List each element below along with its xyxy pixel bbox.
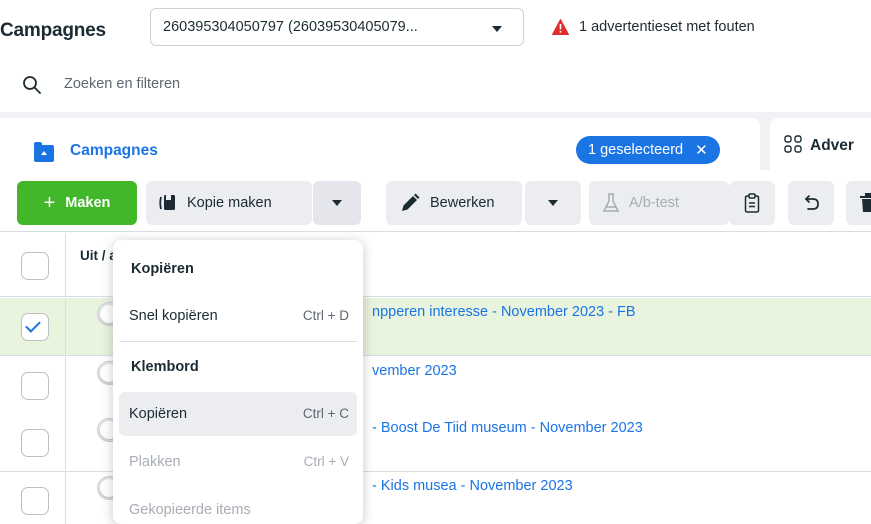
tab-ads[interactable]: Adver [770,118,871,170]
pencil-icon [402,193,420,211]
toolbar: + Maken Kopie maken Bewerken A/b-test [0,172,871,232]
search-input[interactable] [64,76,564,92]
menu-section-copy: Kopiëren [131,261,194,277]
folder-icon [34,142,54,162]
select-all-checkbox[interactable] [21,252,49,280]
grid-icon [784,135,802,153]
clipboard-icon [744,193,760,213]
column-divider [65,414,66,472]
campaign-name-link[interactable]: - Boost De Tiid museum - November 2023 [372,420,643,436]
plus-icon: + [43,192,56,214]
column-divider [65,298,66,356]
warning-icon [552,19,569,35]
error-notice[interactable]: 1 advertentieset met fouten [552,19,755,35]
edit-button[interactable]: Bewerken [386,181,522,225]
undo-icon [804,195,819,210]
level-tabs: Campagnes 1 geselecteerd ✕ Adver [0,112,871,170]
column-divider [65,233,66,297]
menu-item-label: Plakken [129,454,181,470]
menu-item-shortcut: Ctrl + C [302,406,349,421]
clipboard-button[interactable] [729,181,775,225]
copy-options-button[interactable] [313,181,361,225]
menu-section-clipboard: Klembord [131,359,199,375]
edit-button-label: Bewerken [430,195,495,211]
row-checkbox[interactable] [21,487,49,515]
menu-item-shortcut: Ctrl + D [302,308,349,323]
tab-campaigns-label: Campagnes [70,142,158,159]
menu-item-quick-copy[interactable]: Snel kopiëren Ctrl + D [119,294,357,338]
tab-ads-label: Adver [810,137,854,154]
trash-icon [860,193,871,212]
account-selector-value: 260395304050797 (26039530405079... [163,19,418,35]
ab-test-button[interactable]: A/b-test [589,181,729,225]
chevron-down-icon [332,200,342,206]
selected-count-label: 1 geselecteerd [588,142,684,158]
menu-item-label: Kopiëren [129,406,188,422]
column-divider [65,472,66,524]
copy-dropdown-menu: Kopiëren Snel kopiëren Ctrl + D Klembord… [113,240,363,524]
flask-icon [602,193,620,212]
edit-options-button[interactable] [525,181,581,225]
copy-button-label: Kopie maken [187,195,272,211]
menu-item-copy[interactable]: Kopiëren Ctrl + C [119,392,357,436]
account-selector[interactable]: 260395304050797 (26039530405079... [150,8,524,46]
top-bar: Campagnes 260395304050797 (2603953040507… [0,0,871,58]
row-checkbox[interactable] [21,313,49,341]
menu-item-copied-items[interactable]: Gekopieerde items [119,488,357,524]
column-divider [65,357,66,415]
page-title: Campagnes [0,20,106,41]
menu-item-label: Gekopieerde items [129,502,251,518]
delete-button[interactable] [846,181,871,225]
menu-item-paste[interactable]: Plakken Ctrl + V [119,440,357,484]
selected-count-pill[interactable]: 1 geselecteerd ✕ [576,136,720,164]
menu-item-shortcut: Ctrl + V [303,454,349,469]
menu-divider [119,341,357,342]
copy-button[interactable]: Kopie maken [146,181,312,225]
campaign-name-link[interactable]: - Kids musea - November 2023 [372,478,573,494]
campaign-name-link[interactable]: npperen interesse - November 2023 - FB [372,304,636,320]
error-notice-text: 1 advertentieset met fouten [579,19,755,35]
row-checkbox[interactable] [21,429,49,457]
close-icon[interactable]: ✕ [695,141,708,159]
chevron-down-icon [548,200,558,206]
menu-item-label: Snel kopiëren [129,308,218,324]
row-checkbox[interactable] [21,372,49,400]
check-icon [25,317,41,333]
make-button[interactable]: + Maken [17,181,137,225]
tab-campaigns[interactable]: Campagnes 1 geselecteerd ✕ [0,118,760,170]
campaign-name-link[interactable]: vember 2023 [372,363,457,379]
make-button-label: Maken [65,195,111,211]
search-icon [23,76,41,94]
chevron-down-icon [492,26,502,32]
search-bar [0,62,871,110]
ab-test-button-label: A/b-test [629,195,679,211]
copy-icon [159,195,175,210]
undo-button[interactable] [788,181,834,225]
